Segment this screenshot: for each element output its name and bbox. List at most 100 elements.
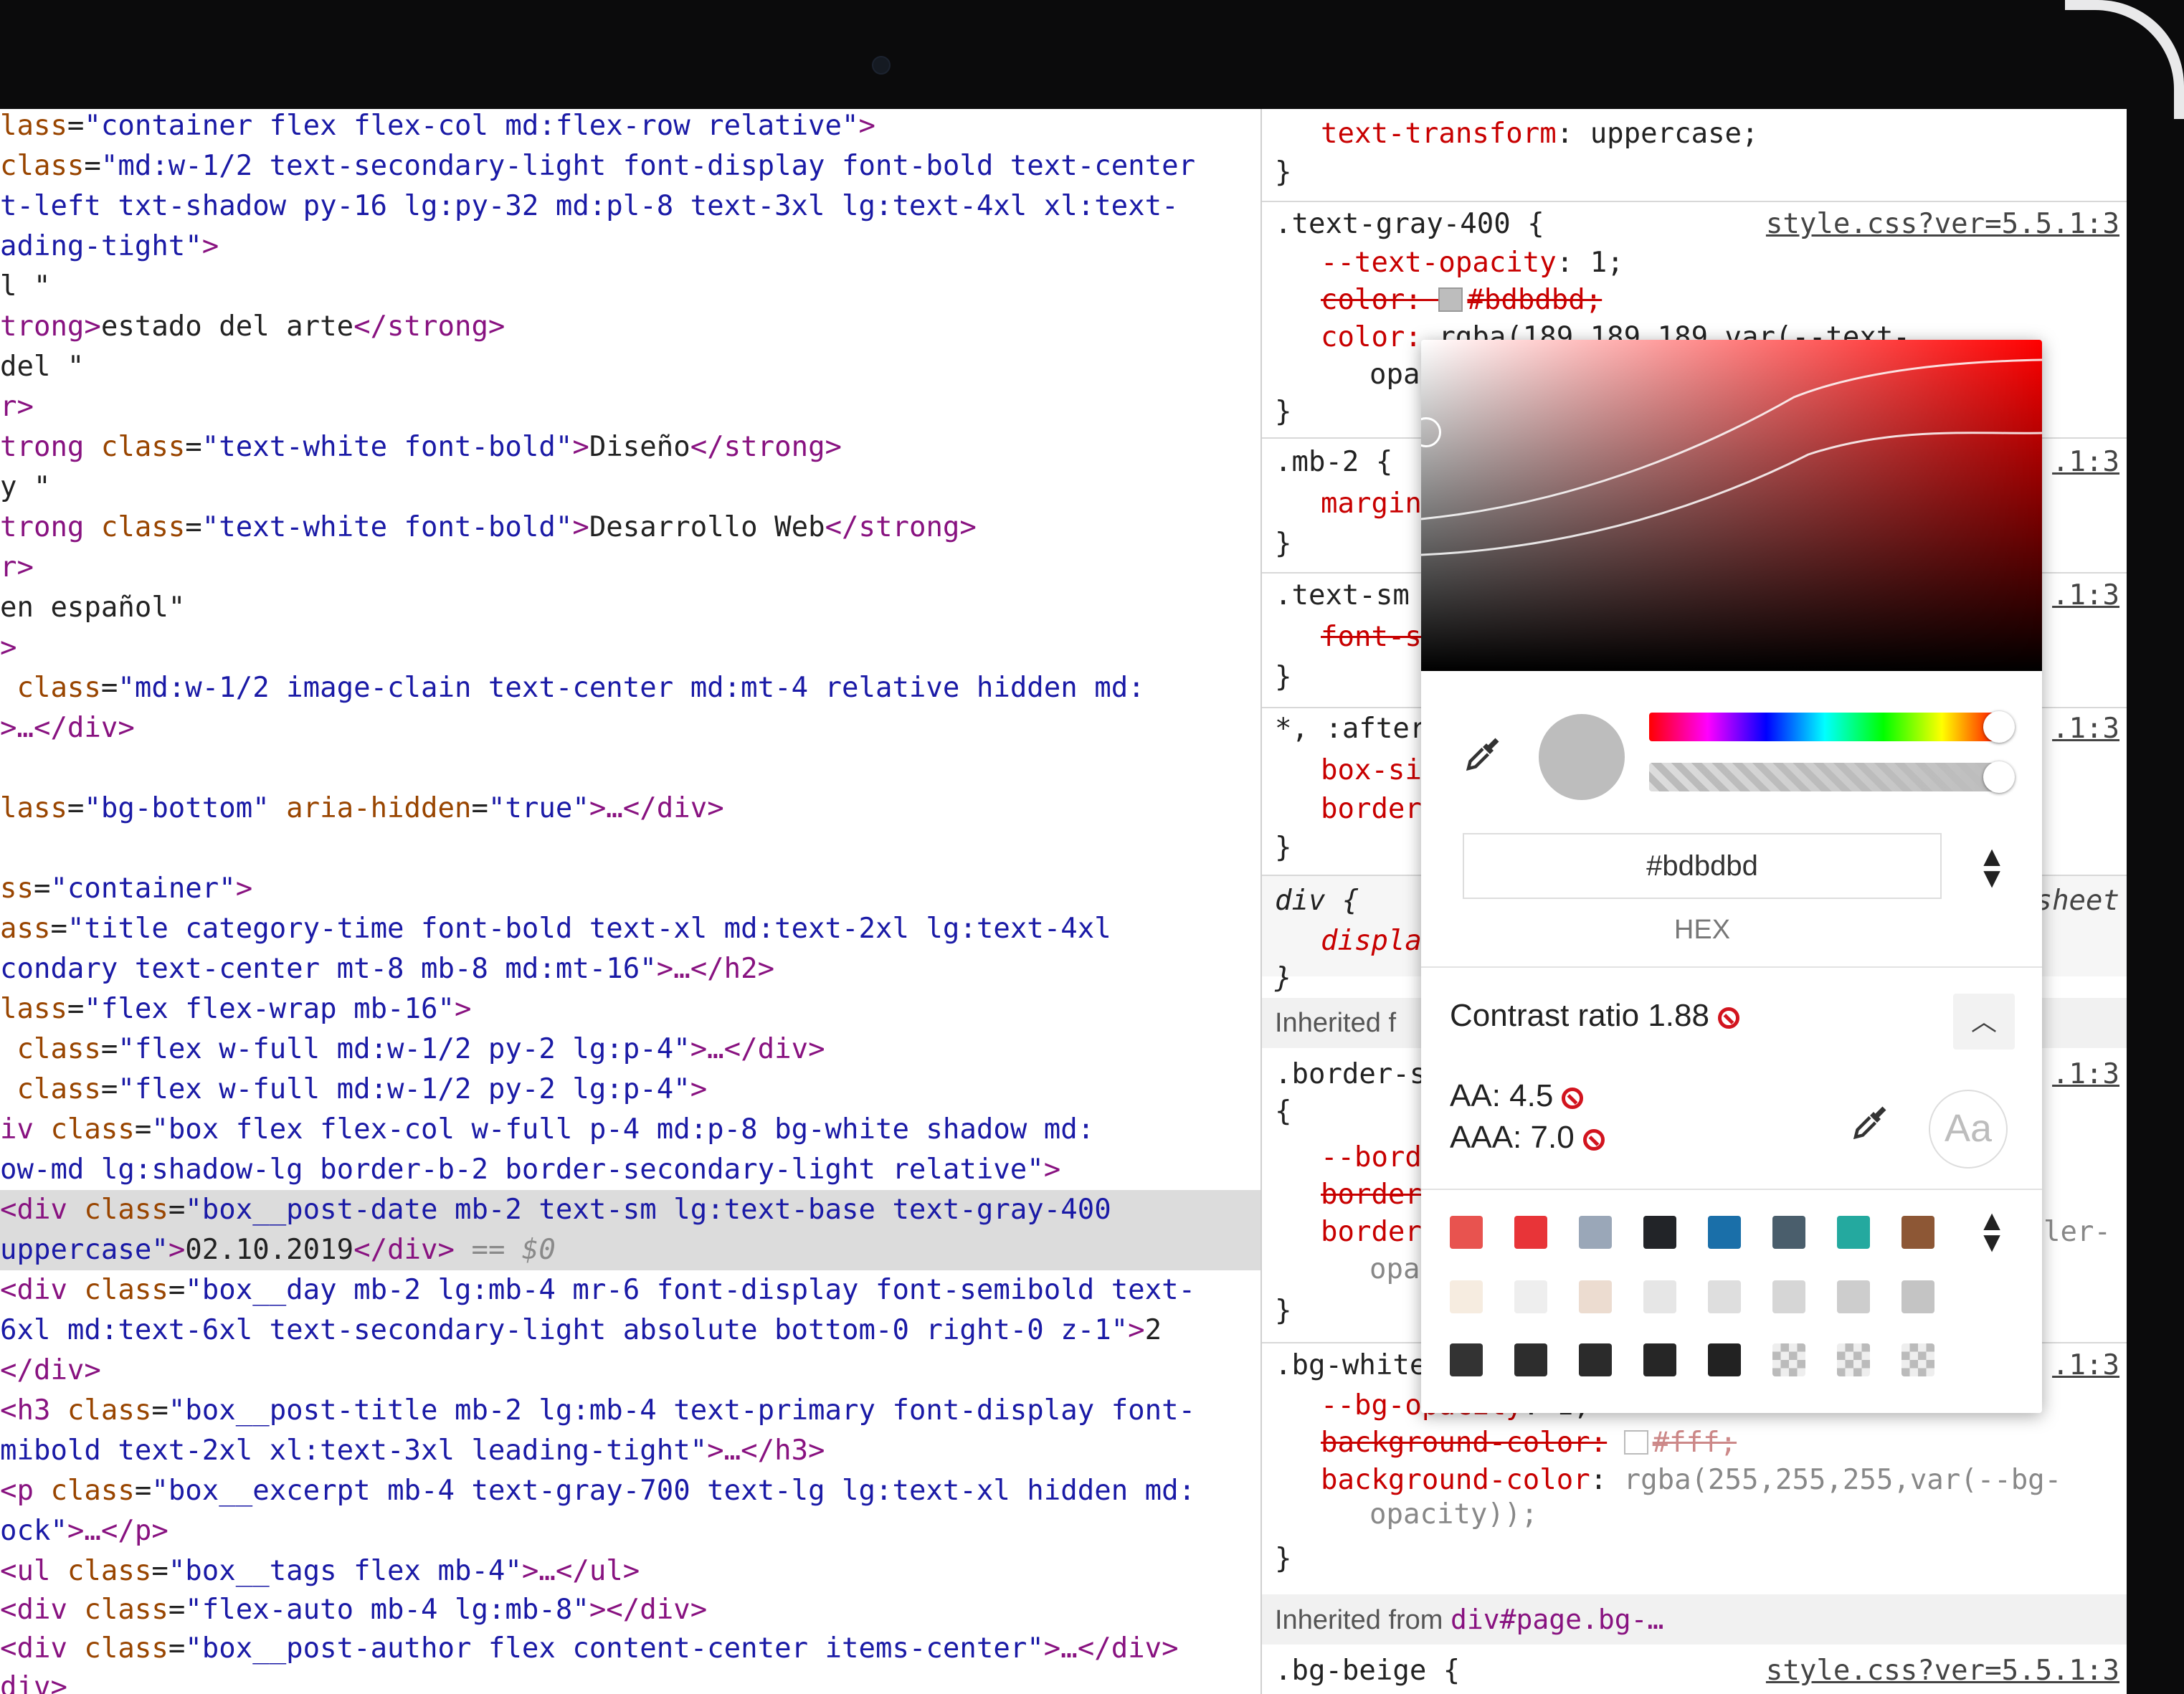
rule-selector[interactable]: .text-sm bbox=[1275, 576, 1410, 615]
hex-input[interactable]: #bdbdbd bbox=[1463, 833, 1942, 899]
style-declaration[interactable]: --text-opacity: 1; bbox=[1321, 244, 1624, 282]
dom-node-line[interactable]: <div class="flex-auto mb-4 lg:mb-8"></di… bbox=[0, 1590, 707, 1630]
palette-swatch[interactable] bbox=[1450, 1216, 1483, 1249]
hue-slider[interactable] bbox=[1649, 713, 2000, 741]
rule-selector[interactable]: .mb-2 { bbox=[1275, 443, 1392, 482]
palette-swatch[interactable] bbox=[1450, 1280, 1483, 1313]
palette-swatch[interactable] bbox=[1901, 1280, 1934, 1313]
dom-node-line[interactable]: class="md:w-1/2 text-secondary-light fon… bbox=[0, 146, 1195, 186]
palette-swatch[interactable] bbox=[1643, 1280, 1676, 1313]
dom-node-line[interactable]: class="flex w-full md:w-1/2 py-2 lg:p-4"… bbox=[0, 1029, 825, 1070]
rule-selector[interactable]: .text-gray-400 { bbox=[1275, 205, 1544, 244]
dom-node-line[interactable]: del " bbox=[0, 347, 84, 387]
source-link[interactable]: .1:3 bbox=[2052, 1346, 2119, 1385]
style-declaration-overridden[interactable]: background-color: #fff; bbox=[1321, 1424, 1737, 1462]
dom-node-line[interactable]: </div> bbox=[0, 1351, 101, 1391]
dom-node-line[interactable]: <h3 class="box__post-title mb-2 lg:mb-4 … bbox=[0, 1391, 1195, 1431]
palette-swatch[interactable] bbox=[1514, 1343, 1547, 1376]
source-link[interactable]: .1:3 bbox=[2052, 710, 2119, 748]
dom-node-line[interactable]: > bbox=[0, 628, 16, 668]
palette-swatch[interactable] bbox=[1837, 1216, 1870, 1249]
source-link[interactable]: style.css?ver=5.5.1:3 bbox=[1766, 1652, 2119, 1690]
dom-node-line[interactable]: lass="container flex flex-col md:flex-ro… bbox=[0, 109, 875, 146]
rule-selector[interactable]: .bg-beige { bbox=[1275, 1652, 1460, 1690]
style-declaration[interactable]: background-color: rgba(255,255,255,var(-… bbox=[1321, 1461, 2061, 1500]
selected-dom-node-line[interactable]: <div class="box__post-date mb-2 text-sm … bbox=[0, 1190, 1260, 1230]
elements-panel[interactable]: lass="container flex flex-col md:flex-ro… bbox=[0, 109, 1260, 1694]
source-link[interactable]: .1:3 bbox=[2052, 443, 2119, 482]
dom-node-line[interactable]: <p class="box__excerpt mb-4 text-gray-70… bbox=[0, 1471, 1195, 1511]
dom-node-line[interactable]: ock">…</p> bbox=[0, 1511, 168, 1551]
dom-node-line[interactable]: >…</div> bbox=[0, 708, 135, 748]
dom-node-line[interactable]: <div class="box__post-author flex conten… bbox=[0, 1629, 1179, 1669]
source-link[interactable]: style.css?ver=5.5.1:3 bbox=[1766, 205, 2119, 244]
palette-swatch[interactable] bbox=[1514, 1216, 1547, 1249]
palette-swatch[interactable] bbox=[1772, 1280, 1805, 1313]
style-declaration-overridden[interactable]: color: #bdbdbd; bbox=[1321, 281, 1602, 320]
palette-swatch[interactable] bbox=[1901, 1343, 1934, 1376]
style-declaration[interactable]: text-transform: uppercase; bbox=[1321, 115, 1759, 153]
hue-slider-handle[interactable] bbox=[1983, 711, 2015, 743]
dom-node-line[interactable]: t-left txt-shadow py-16 lg:py-32 md:pl-8… bbox=[0, 186, 1179, 227]
dom-node-line[interactable]: en español" bbox=[0, 588, 185, 628]
dom-node-line[interactable]: class="md:w-1/2 image-clain text-center … bbox=[0, 668, 1144, 708]
style-declaration[interactable]: displa bbox=[1321, 922, 1422, 961]
dom-node-line[interactable]: <div class="box__day mb-2 lg:mb-4 mr-6 f… bbox=[0, 1270, 1195, 1310]
source-link[interactable]: .1:3 bbox=[2052, 576, 2119, 615]
palette-swatch[interactable] bbox=[1579, 1343, 1612, 1376]
dom-node-line[interactable]: lass="flex flex-wrap mb-16"> bbox=[0, 989, 471, 1029]
color-picker-popover[interactable]: #bdbdbd HEX ▲ ▼ Contrast ratio 1.88 ︿ AA:… bbox=[1421, 340, 2042, 1413]
style-declaration[interactable]: margin bbox=[1321, 485, 1422, 523]
dom-node-line[interactable]: ow-md lg:shadow-lg border-b-2 border-sec… bbox=[0, 1150, 1060, 1190]
dom-node-line[interactable]: iv class="box flex flex-col w-full p-4 m… bbox=[0, 1110, 1094, 1150]
dom-node-line[interactable]: div> bbox=[0, 1667, 67, 1694]
palette-swatch[interactable] bbox=[1901, 1216, 1934, 1249]
alpha-slider-handle[interactable] bbox=[1983, 761, 2015, 793]
palette-swatch[interactable] bbox=[1708, 1280, 1741, 1313]
dom-node-line[interactable]: trong class="text-white font-bold">Desar… bbox=[0, 508, 977, 548]
rule-selector[interactable]: .bg-white bbox=[1275, 1346, 1426, 1385]
style-declaration[interactable]: border bbox=[1321, 1213, 1422, 1252]
saturation-value-area[interactable] bbox=[1421, 340, 2042, 671]
color-swatch[interactable] bbox=[1623, 1430, 1648, 1455]
style-declaration[interactable]: --bord bbox=[1321, 1138, 1422, 1177]
palette-swatch[interactable] bbox=[1643, 1216, 1676, 1249]
rule-selector[interactable]: *, :after bbox=[1275, 710, 1426, 748]
dom-node-line[interactable]: ass="title category-time font-bold text-… bbox=[0, 909, 1111, 949]
palette-swatch[interactable] bbox=[1708, 1216, 1741, 1249]
dom-node-line[interactable]: trong class="text-white font-bold">Diseñ… bbox=[0, 427, 842, 467]
style-declaration-overridden[interactable]: font-s bbox=[1321, 618, 1422, 657]
format-toggle-icon[interactable]: ▲ ▼ bbox=[1978, 842, 2006, 893]
palette-swatch[interactable] bbox=[1772, 1343, 1805, 1376]
dom-node-line[interactable]: trong>estado del arte</strong> bbox=[0, 307, 505, 347]
palette-swatch[interactable] bbox=[1837, 1343, 1870, 1376]
palette-swatch[interactable] bbox=[1708, 1343, 1741, 1376]
dom-node-line[interactable]: lass="bg-bottom" aria-hidden="true">…</d… bbox=[0, 789, 724, 829]
rule-selector[interactable]: .border-s bbox=[1275, 1055, 1426, 1094]
color-swatch[interactable] bbox=[1438, 287, 1463, 312]
palette-swatch[interactable] bbox=[1579, 1280, 1612, 1313]
dom-node-line[interactable]: y " bbox=[0, 467, 50, 508]
dom-node-line[interactable]: class="flex w-full md:w-1/2 py-2 lg:p-4"… bbox=[0, 1070, 707, 1110]
dom-node-line[interactable]: ss="container"> bbox=[0, 869, 252, 909]
eyedropper-icon[interactable] bbox=[1461, 733, 1504, 776]
rule-selector[interactable]: div { bbox=[1275, 882, 1359, 920]
palette-swatch[interactable] bbox=[1579, 1216, 1612, 1249]
palette-swatch[interactable] bbox=[1837, 1280, 1870, 1313]
dom-node-line[interactable]: <ul class="box__tags flex mb-4">…</ul> bbox=[0, 1551, 640, 1591]
dom-node-line[interactable]: r> bbox=[0, 387, 34, 427]
dom-node-line[interactable]: 6xl md:text-6xl text-secondary-light abs… bbox=[0, 1310, 1162, 1351]
palette-swatch[interactable] bbox=[1514, 1280, 1547, 1313]
collapse-contrast-button[interactable]: ︿ bbox=[1953, 994, 2015, 1050]
background-eyedropper-icon[interactable] bbox=[1848, 1101, 1891, 1144]
dom-node-line[interactable]: r> bbox=[0, 548, 34, 588]
source-link[interactable]: sheet bbox=[2036, 882, 2119, 920]
source-link[interactable]: .1:3 bbox=[2052, 1055, 2119, 1094]
dom-node-line[interactable]: ading-tight"> bbox=[0, 227, 219, 267]
style-declaration[interactable]: border bbox=[1321, 790, 1422, 829]
style-declaration[interactable]: box-si bbox=[1321, 751, 1422, 790]
palette-swatch[interactable] bbox=[1643, 1343, 1676, 1376]
dom-node-line[interactable]: l " bbox=[0, 267, 50, 307]
palette-swatch[interactable] bbox=[1772, 1216, 1805, 1249]
selected-dom-node-line[interactable]: uppercase">02.10.2019</div> == $0 bbox=[0, 1230, 1260, 1270]
